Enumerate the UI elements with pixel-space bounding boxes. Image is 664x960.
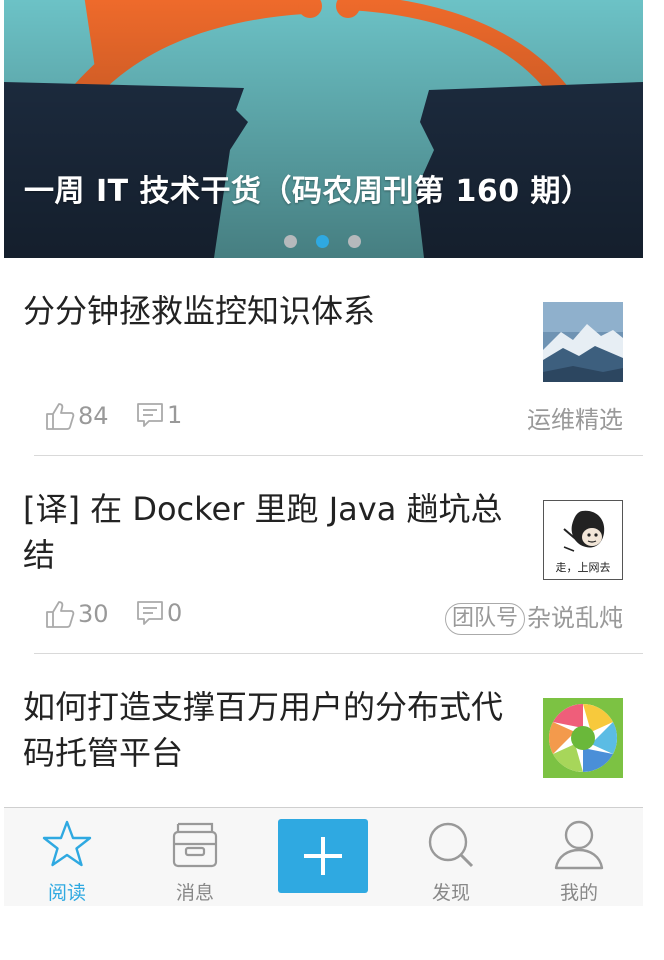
search-icon [428, 822, 474, 868]
star-icon [42, 820, 92, 867]
banner-illustration [4, 0, 643, 258]
add-button[interactable] [278, 819, 368, 893]
inbox-icon [172, 822, 218, 868]
article-thumbnail[interactable]: 走，上网去 [543, 500, 623, 580]
tab-me[interactable]: 我的 [529, 808, 629, 906]
article-thumbnail[interactable] [543, 302, 623, 382]
source-name: 运维精选 [527, 406, 623, 434]
tab-label: 阅读 [47, 882, 86, 904]
comment-button[interactable]: 0 [135, 598, 182, 628]
user-icon [554, 820, 604, 870]
thumbs-up-icon [46, 403, 75, 430]
banner-title: 一周 IT 技术干货（码农周刊第 160 期） [24, 174, 592, 209]
article-meta: 84 1 运维精选 [4, 400, 643, 440]
article-source[interactable]: 运维精选 [527, 400, 623, 435]
like-count: 84 [78, 402, 109, 430]
article-title[interactable]: 如何打造支撑百万用户的分布式代码托管平台 [23, 684, 528, 776]
meme-image: 走，上网去 [544, 501, 622, 579]
tab-discover[interactable]: 发现 [401, 808, 501, 906]
tab-label: 发现 [431, 882, 470, 904]
plus-icon [304, 837, 342, 875]
comment-icon [137, 403, 163, 427]
page-dot[interactable] [348, 235, 361, 248]
thumbs-up-icon [46, 601, 75, 628]
comment-count: 1 [167, 401, 183, 429]
app-screen: 一周 IT 技术干货（码农周刊第 160 期） 分分钟拯救监控知识体系 84 1… [4, 0, 643, 906]
shutter-logo [543, 698, 623, 778]
article-card[interactable]: 分分钟拯救监控知识体系 84 1 运维精选 [4, 258, 643, 456]
meme-caption: 走，上网去 [556, 561, 611, 574]
tab-messages[interactable]: 消息 [145, 808, 245, 906]
comment-icon [137, 601, 163, 625]
featured-banner[interactable]: 一周 IT 技术干货（码农周刊第 160 期） [4, 0, 643, 258]
like-button[interactable]: 84 [44, 400, 109, 432]
comment-count: 0 [167, 599, 183, 627]
comment-button[interactable]: 1 [135, 400, 182, 430]
tab-label: 消息 [175, 882, 214, 904]
mountain-photo [543, 302, 623, 382]
article-title[interactable]: 分分钟拯救监控知识体系 [23, 288, 528, 334]
banner-pagination [4, 235, 643, 249]
article-meta: 30 0 团队号 杂说乱炖 [4, 598, 643, 638]
page-dot-active[interactable] [316, 235, 329, 248]
source-name: 杂说乱炖 [527, 604, 623, 632]
article-card[interactable]: [译] 在 Docker 里跑 Java 趟坑总结 走，上网去 30 0 团队号… [4, 456, 643, 654]
tab-read[interactable]: 阅读 [17, 808, 117, 906]
article-thumbnail[interactable] [543, 698, 623, 778]
page-dot[interactable] [284, 235, 297, 248]
article-title[interactable]: [译] 在 Docker 里跑 Java 趟坑总结 [23, 486, 528, 578]
like-count: 30 [78, 600, 109, 628]
article-source[interactable]: 团队号 杂说乱炖 [444, 598, 623, 635]
like-button[interactable]: 30 [44, 598, 109, 630]
bottom-tab-bar: 阅读 消息 发现 我的 [4, 807, 643, 906]
tab-label: 我的 [559, 882, 598, 904]
team-badge: 团队号 [444, 603, 525, 635]
